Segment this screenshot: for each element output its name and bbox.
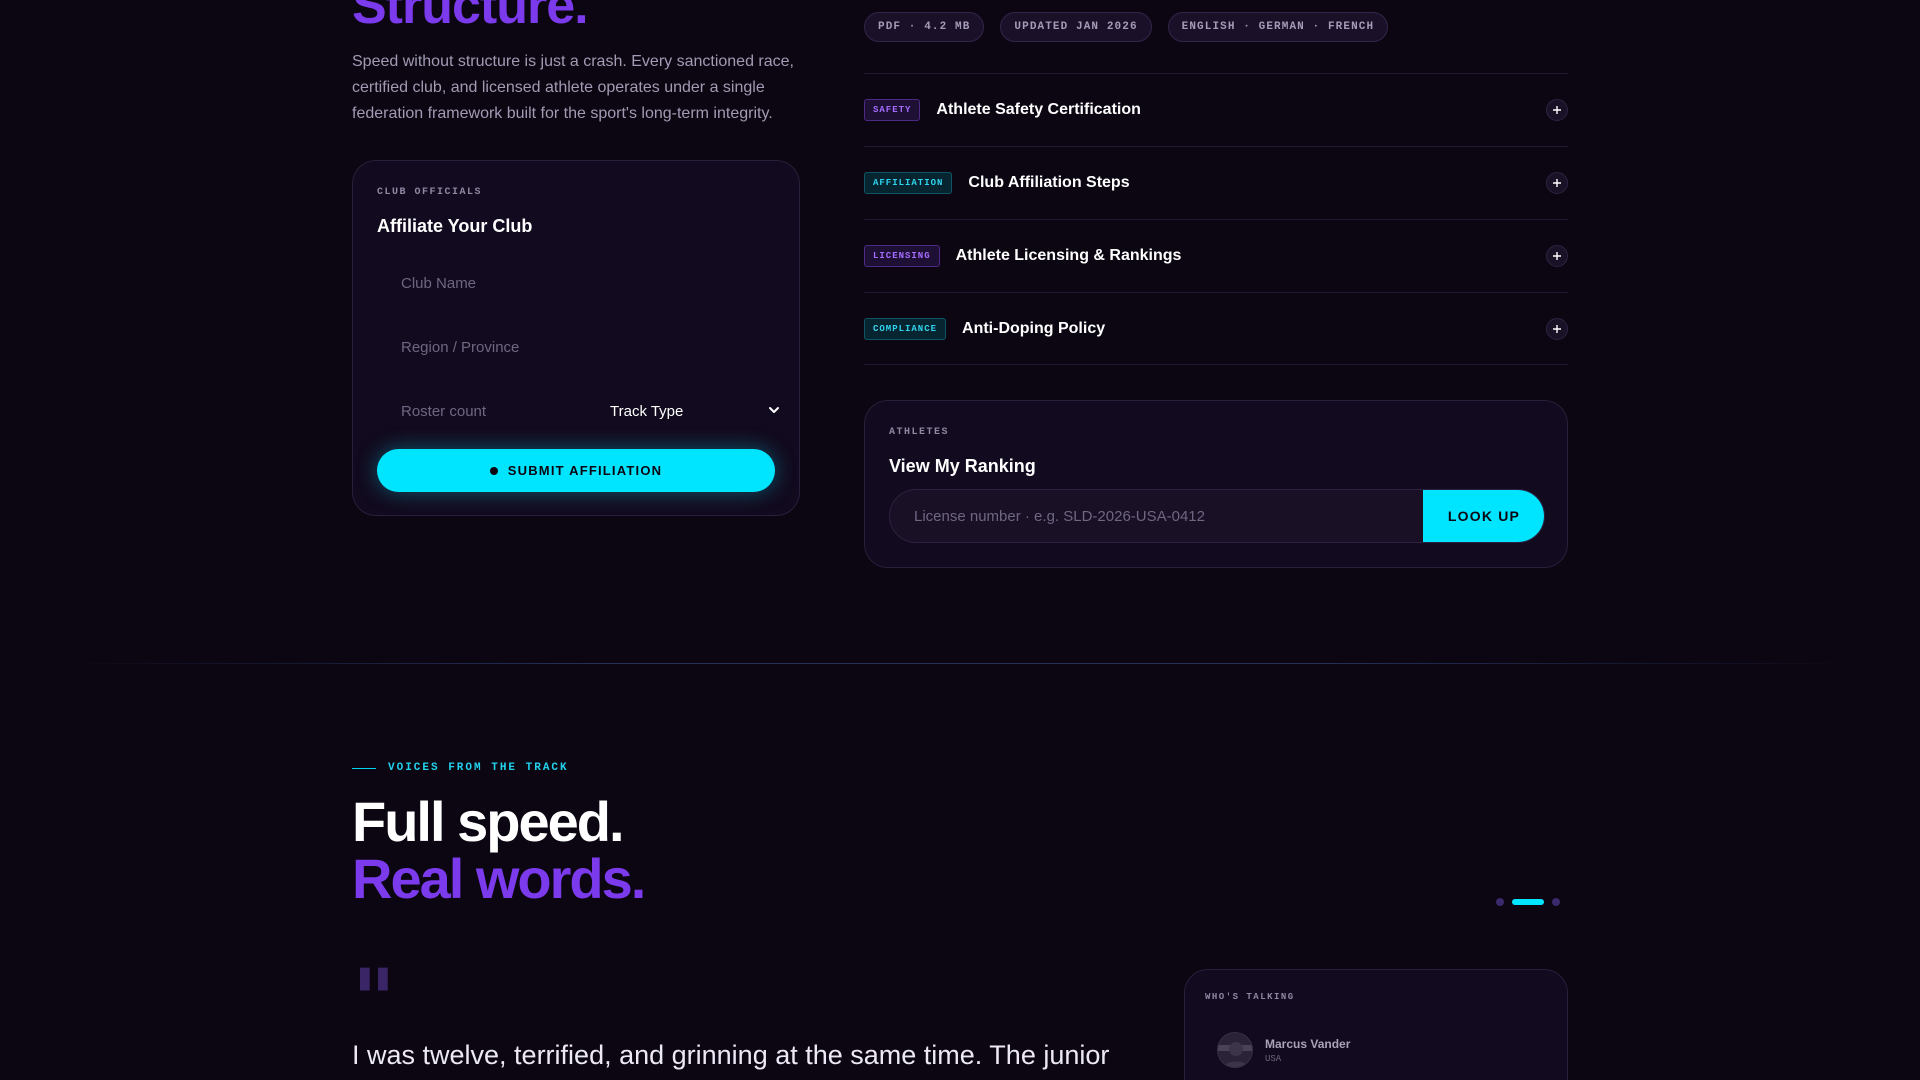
- whos-talking-card: WHO'S TALKING Marcus Vander USA: [1184, 969, 1568, 1080]
- file-size-chip: PDF · 4.2 MB: [864, 12, 985, 42]
- accordion-title: Club Affiliation Steps: [968, 174, 1130, 191]
- look-up-button[interactable]: LOOK UP: [1423, 490, 1544, 542]
- affiliate-club-card: CLUB OFFICIALS Affiliate Your Club Track…: [352, 160, 800, 516]
- accordion-title: Anti-Doping Policy: [962, 319, 1106, 337]
- speaker-name: Marcus Vander: [1265, 1036, 1351, 1051]
- track-type-select[interactable]: Track Type: [610, 398, 780, 424]
- accordion-item-compliance[interactable]: COMPLIANCE Anti-Doping Policy: [864, 292, 1568, 365]
- license-number-input[interactable]: [914, 490, 1414, 542]
- track-type-value: Track Type: [610, 402, 684, 420]
- plus-icon[interactable]: [1546, 245, 1568, 267]
- chevron-down-icon: [768, 403, 780, 420]
- voices-title-line1: Full speed.: [352, 790, 625, 853]
- carousel-dot-3[interactable]: [1552, 898, 1560, 906]
- submit-affiliation-label: SUBMIT AFFILIATION: [507, 463, 663, 478]
- carousel-dots: [1496, 898, 1560, 906]
- accordion-title: Athlete Licensing & Rankings: [955, 247, 1182, 264]
- licensing-tag: LICENSING: [864, 245, 940, 267]
- voices-eyebrow: VOICES FROM THE TRACK: [352, 762, 569, 774]
- compliance-tag: COMPLIANCE: [864, 317, 947, 340]
- accordion-item-licensing[interactable]: LICENSING Athlete Licensing & Rankings: [864, 219, 1568, 292]
- ranking-eyebrow: ATHLETES: [889, 427, 950, 438]
- voices-title: Full speed. Real words.: [352, 790, 646, 910]
- ranking-title: View My Ranking: [889, 456, 1036, 476]
- affiliation-tag: AFFILIATION: [864, 172, 953, 194]
- section-divider: [60, 663, 1860, 664]
- document-meta-chips: PDF · 4.2 MB UPDATED JAN 2026 ENGLISH · …: [864, 12, 1389, 42]
- affiliate-title: Affiliate Your Club: [377, 216, 533, 236]
- plus-icon[interactable]: [1546, 99, 1568, 121]
- submit-affiliation-button[interactable]: SUBMIT AFFILIATION: [377, 449, 775, 492]
- whos-talking-eyebrow: WHO'S TALKING: [1205, 992, 1295, 1002]
- page: Structure. Speed without structure is ju…: [0, 0, 1920, 1080]
- eyebrow-line: [352, 767, 376, 769]
- plus-icon[interactable]: [1546, 317, 1568, 340]
- speaker: Marcus Vander USA: [1217, 1032, 1350, 1068]
- dot-icon: [489, 466, 498, 475]
- updated-date-chip: UPDATED JAN 2026: [1000, 12, 1152, 42]
- club-name-input[interactable]: [401, 270, 781, 296]
- voices-title-line2: Real words.: [352, 847, 646, 910]
- accordion-item-affiliation[interactable]: AFFILIATION Club Affiliation Steps: [864, 146, 1568, 219]
- affiliate-eyebrow: CLUB OFFICIALS: [377, 187, 483, 198]
- accordion-title: Athlete Safety Certification: [936, 101, 1141, 118]
- safety-tag: SAFETY: [864, 99, 921, 121]
- quote-mark-icon: ": [352, 950, 396, 1049]
- hero-title: Structure.: [352, 0, 589, 35]
- languages-chip: ENGLISH · GERMAN · FRENCH: [1167, 12, 1389, 42]
- hero-description: Speed without structure is just a crash.…: [352, 53, 794, 122]
- license-lookup: LOOK UP: [889, 489, 1545, 543]
- testimonial-quote: I was twelve, terrified, and grinning at…: [352, 1040, 1110, 1070]
- avatar: [1217, 1032, 1253, 1068]
- speaker-country: USA: [1265, 1053, 1282, 1064]
- policy-accordion: SAFETY Athlete Safety Certification AFFI…: [864, 73, 1568, 365]
- region-province-input[interactable]: [401, 334, 781, 360]
- carousel-dot-2-active[interactable]: [1512, 899, 1544, 905]
- carousel-dot-1[interactable]: [1496, 898, 1504, 906]
- view-ranking-card: ATHLETES View My Ranking LOOK UP: [864, 400, 1568, 568]
- plus-icon[interactable]: [1546, 172, 1568, 194]
- accordion-item-safety[interactable]: SAFETY Athlete Safety Certification: [864, 73, 1568, 146]
- roster-count-input[interactable]: [401, 398, 561, 424]
- voices-eyebrow-label: VOICES FROM THE TRACK: [388, 762, 569, 774]
